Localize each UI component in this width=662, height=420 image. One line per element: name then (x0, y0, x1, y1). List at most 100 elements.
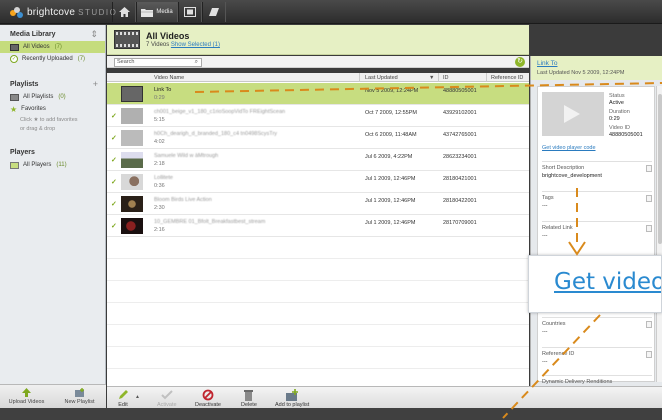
video-id: 48880505001 (443, 88, 477, 94)
video-thumbnail (121, 86, 143, 102)
show-selected-link[interactable]: Show Selected (1) (171, 42, 220, 48)
upload-icon (22, 388, 31, 397)
collapse-icon[interactable]: ⇕ (90, 29, 98, 40)
zoom-callout-text: Get video (554, 269, 662, 295)
detail-header: Link To Last Updated Nov 5 2009, 12:24PM (531, 56, 662, 80)
table-row[interactable]: ✓ h0Ch_dearigh_d_branded_180_c4 tn0498Sc… (107, 127, 529, 149)
video-name: ch001_beige_v1_180_c1rioSoopVidTo FREigh… (154, 109, 286, 115)
status-value: Active (609, 100, 624, 106)
new-playlist-button[interactable]: New Playlist (53, 385, 106, 408)
delete-button[interactable]: Delete (241, 388, 257, 408)
nav-media[interactable]: Media (136, 2, 178, 22)
link-icon[interactable] (646, 225, 652, 232)
globe-icon[interactable] (646, 321, 652, 328)
brightcove-logo: brightcove STUDIO (10, 6, 117, 19)
nav-players[interactable] (178, 2, 202, 22)
column-last-updated[interactable]: Last Updated (365, 75, 398, 81)
detail-scrollbar[interactable] (656, 86, 662, 382)
column-id[interactable]: ID (443, 75, 449, 81)
video-updated: Jul 1 2009, 12:46PM (365, 176, 416, 182)
deactivate-button[interactable]: Deactivate (195, 388, 221, 408)
sidebar-item-count: (7) (77, 56, 86, 62)
get-player-code-link[interactable]: Get video player code (542, 145, 596, 151)
sidebar-item-all-players[interactable]: All Players (11) (0, 159, 105, 171)
playlist-icon (10, 93, 19, 101)
activate-button[interactable]: Activate (157, 388, 177, 408)
active-check-icon: ✓ (111, 201, 117, 208)
search-row: Search ⌕ ↻ (107, 56, 529, 68)
table-row[interactable]: ✓ Lollitete 0:36 Jul 1 2009, 12:46PM 281… (107, 171, 529, 193)
video-name: Lollitete (154, 175, 173, 181)
table-row[interactable]: ✓ Samuele Wild w àMtrough 2:18 Jul 6 200… (107, 149, 529, 171)
new-playlist-label: New Playlist (64, 399, 95, 405)
video-duration: 2:30 (154, 205, 165, 211)
refresh-icon[interactable]: ↻ (515, 57, 525, 67)
video-thumbnail (121, 152, 143, 168)
players-title: Players (10, 149, 35, 156)
video-id: 28180421001 (443, 176, 477, 182)
table-row[interactable]: ✓ Bloom Birds Live Action 2:30 Jul 1 200… (107, 193, 529, 215)
edit-dropdown-arrow[interactable]: ▲ (135, 394, 140, 400)
search-icon[interactable]: ⌕ (195, 59, 198, 66)
column-reference-id[interactable]: Reference ID (491, 75, 523, 81)
sidebar: Media Library ⇕ All Videos (7) ✓ Recentl… (0, 25, 106, 408)
search-input[interactable]: Search ⌕ (114, 58, 202, 67)
video-name: h0Ch_dearigh_d_branded_180_c4 tn0498Scys… (154, 131, 278, 137)
sidebar-item-favorites[interactable]: ★ Favorites (0, 103, 105, 115)
video-duration: 2:18 (154, 161, 165, 167)
video-id: 28623234001 (443, 154, 477, 160)
action-toolbar: Edit ▲ Activate Deactivate Delete Add to… (107, 386, 662, 408)
video-updated: Nov 5 2009, 12:24PM (365, 88, 419, 94)
media-library-heading: Media Library ⇕ (0, 25, 105, 41)
sidebar-item-all-playlists[interactable]: All Playlists (0) (0, 91, 105, 103)
sidebar-item-recently-uploaded[interactable]: ✓ Recently Uploaded (7) (0, 53, 105, 65)
add-playlist-icon[interactable]: + (93, 79, 98, 89)
media-library-title: Media Library (10, 31, 56, 38)
edit-button[interactable]: Edit (117, 388, 129, 408)
scrollbar-thumb[interactable] (658, 94, 662, 244)
collection-header: All Videos 7 Videos Show Selected (1) (107, 25, 529, 55)
related-link-label: Related Link (542, 225, 573, 231)
reference-id-value: --- (542, 359, 548, 365)
collection-title: All Videos (146, 31, 190, 41)
table-row[interactable]: Link To 0:29 Nov 5 2009, 12:24PM 4888050… (107, 83, 529, 105)
short-description-section: Short Description brightcove_development (542, 161, 652, 189)
edit-icon[interactable] (646, 165, 652, 172)
video-id-value: 48880505001 (609, 132, 643, 138)
nav-home[interactable] (112, 2, 136, 22)
top-bar: brightcove STUDIO Media (0, 0, 662, 24)
sort-desc-icon[interactable]: ▼ (429, 75, 434, 81)
sidebar-item-all-videos[interactable]: All Videos (7) (0, 41, 105, 53)
video-id: 43929102001 (443, 110, 477, 116)
video-id: 28180422001 (443, 198, 477, 204)
status-bar (0, 408, 662, 420)
edit-icon[interactable] (646, 351, 652, 358)
countries-section: Countries --- (542, 317, 652, 345)
upload-videos-button[interactable]: Upload Videos (0, 385, 53, 408)
detail-title-link[interactable]: Link To (537, 60, 557, 67)
active-check-icon: ✓ (111, 135, 117, 142)
short-description-label: Short Description (542, 165, 585, 171)
player-icon (10, 161, 19, 169)
playlists-heading: Playlists + (0, 75, 105, 91)
star-icon: ★ (10, 104, 18, 114)
video-updated: Oct 6 2009, 11:48AM (365, 132, 417, 138)
video-updated: Oct 7 2009, 12:55PM (365, 110, 417, 116)
deactivate-icon (202, 389, 214, 400)
tag-icon[interactable] (646, 195, 652, 202)
logo-brand: brightcove (27, 7, 76, 18)
column-video-name[interactable]: Video Name (154, 75, 184, 81)
sidebar-item-count: (11) (56, 162, 67, 168)
table-row[interactable]: ✓ ch001_beige_v1_180_c1rioSoopVidTo FREi… (107, 105, 529, 127)
add-to-playlist-button[interactable]: Add to playlist (275, 388, 309, 408)
nav-publish[interactable] (202, 2, 226, 22)
tags-section: Tags --- (542, 191, 652, 219)
video-table: Video Name Last Updated ▼ ID Reference I… (107, 73, 529, 408)
table-row[interactable]: ✓ 10_GEMBRE 01_Bfolt_Breakfastbest_strea… (107, 215, 529, 237)
reference-id-label: Reference ID (542, 351, 575, 357)
search-placeholder: Search (117, 59, 135, 65)
sidebar-item-label: All Videos (23, 44, 50, 50)
video-duration: 2:16 (154, 227, 165, 233)
sidebar-item-label: Favorites (21, 106, 46, 112)
video-folder-icon (10, 43, 19, 51)
